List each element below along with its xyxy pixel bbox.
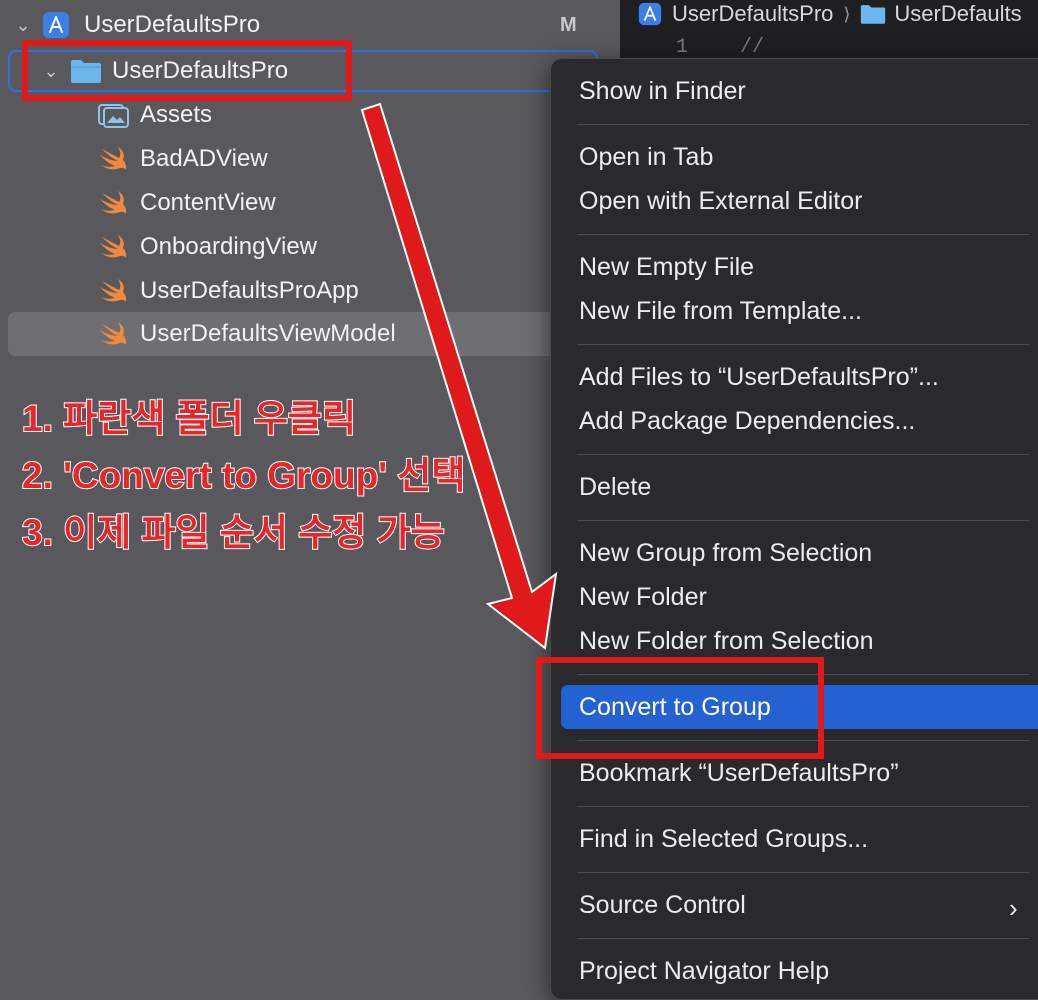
breadcrumb-project[interactable]: UserDefaultsPro xyxy=(672,1,833,27)
swift-file-icon xyxy=(98,234,128,260)
assets-catalog-icon xyxy=(98,102,130,128)
xcode-project-icon xyxy=(638,2,662,26)
file-row-contentview[interactable]: ContentView xyxy=(98,183,276,223)
menu-item-new-folder-from-selection[interactable]: New Folder from Selection xyxy=(579,627,874,656)
annotation-box-convert xyxy=(536,657,824,759)
menu-item-new-empty-file[interactable]: New Empty File xyxy=(579,253,754,282)
xcode-project-icon xyxy=(42,11,70,39)
jump-bar: UserDefaultsPro ⟩ UserDefaults xyxy=(620,0,1038,28)
menu-separator xyxy=(577,454,1029,455)
file-row-userdefaultsviewmodel[interactable]: UserDefaultsViewModel xyxy=(8,312,568,356)
breadcrumb-folder[interactable]: UserDefaults xyxy=(894,1,1021,27)
file-name: UserDefaultsProApp xyxy=(140,277,359,304)
menu-item-add-files[interactable]: Add Files to “UserDefaultsPro”... xyxy=(579,363,939,392)
menu-item-add-package-dependencies[interactable]: Add Package Dependencies... xyxy=(579,407,915,436)
annotation-step-3: 3. 이제 파일 순서 수정 가능 xyxy=(21,511,446,554)
menu-item-bookmark[interactable]: Bookmark “UserDefaultsPro” xyxy=(579,759,899,788)
project-name: UserDefaultsPro xyxy=(84,11,261,38)
menu-separator xyxy=(577,806,1029,807)
menu-item-new-file-from-template[interactable]: New File from Template... xyxy=(579,297,862,326)
menu-item-open-in-tab[interactable]: Open in Tab xyxy=(579,143,713,172)
chevron-down-icon[interactable]: ⌄ xyxy=(12,15,34,36)
file-row-userdefaultsproapp[interactable]: UserDefaultsProApp xyxy=(98,271,359,311)
code-line[interactable]: // xyxy=(740,36,764,59)
menu-item-delete[interactable]: Delete xyxy=(579,473,651,502)
file-name: ContentView xyxy=(140,189,276,216)
file-name: Assets xyxy=(140,101,213,128)
scm-modified-badge: M xyxy=(560,14,577,36)
file-name: UserDefaultsViewModel xyxy=(140,320,396,347)
menu-separator xyxy=(577,234,1029,235)
annotation-step-1: 1. 파란색 폴더 우클릭 xyxy=(21,397,357,440)
file-name: BadADView xyxy=(140,145,268,172)
chevron-right-icon: ⟩ xyxy=(843,3,851,24)
folder-icon xyxy=(860,3,886,25)
file-name: OnboardingView xyxy=(140,233,318,260)
menu-separator xyxy=(577,344,1029,345)
annotation-step-2: 2. 'Convert to Group' 선택 xyxy=(21,454,466,497)
context-menu: Show in Finder Open in Tab Open with Ext… xyxy=(550,58,1038,1000)
menu-separator xyxy=(577,520,1029,521)
menu-item-new-folder[interactable]: New Folder xyxy=(579,583,707,612)
swift-file-icon xyxy=(98,146,128,172)
menu-item-open-external-editor[interactable]: Open with External Editor xyxy=(579,187,862,216)
swift-file-icon xyxy=(98,190,128,216)
menu-separator xyxy=(577,124,1029,125)
file-row-onboardingview[interactable]: OnboardingView xyxy=(98,227,317,267)
line-number: 1 xyxy=(676,36,689,59)
file-row-badadview[interactable]: BadADView xyxy=(98,139,268,179)
swift-file-icon xyxy=(98,321,128,347)
menu-item-find-in-selected-groups[interactable]: Find in Selected Groups... xyxy=(579,825,868,854)
menu-separator xyxy=(577,872,1029,873)
file-row-assets[interactable]: Assets xyxy=(98,95,212,135)
swift-file-icon xyxy=(98,278,128,304)
menu-item-new-group-from-selection[interactable]: New Group from Selection xyxy=(579,539,872,568)
menu-item-show-in-finder[interactable]: Show in Finder xyxy=(579,77,746,106)
chevron-right-icon: › xyxy=(1009,893,1018,923)
menu-separator xyxy=(577,938,1029,939)
menu-item-source-control[interactable]: Source Control xyxy=(579,891,746,920)
project-root-row[interactable]: ⌄ UserDefaultsPro xyxy=(12,5,260,45)
annotation-box-folder xyxy=(22,40,352,101)
